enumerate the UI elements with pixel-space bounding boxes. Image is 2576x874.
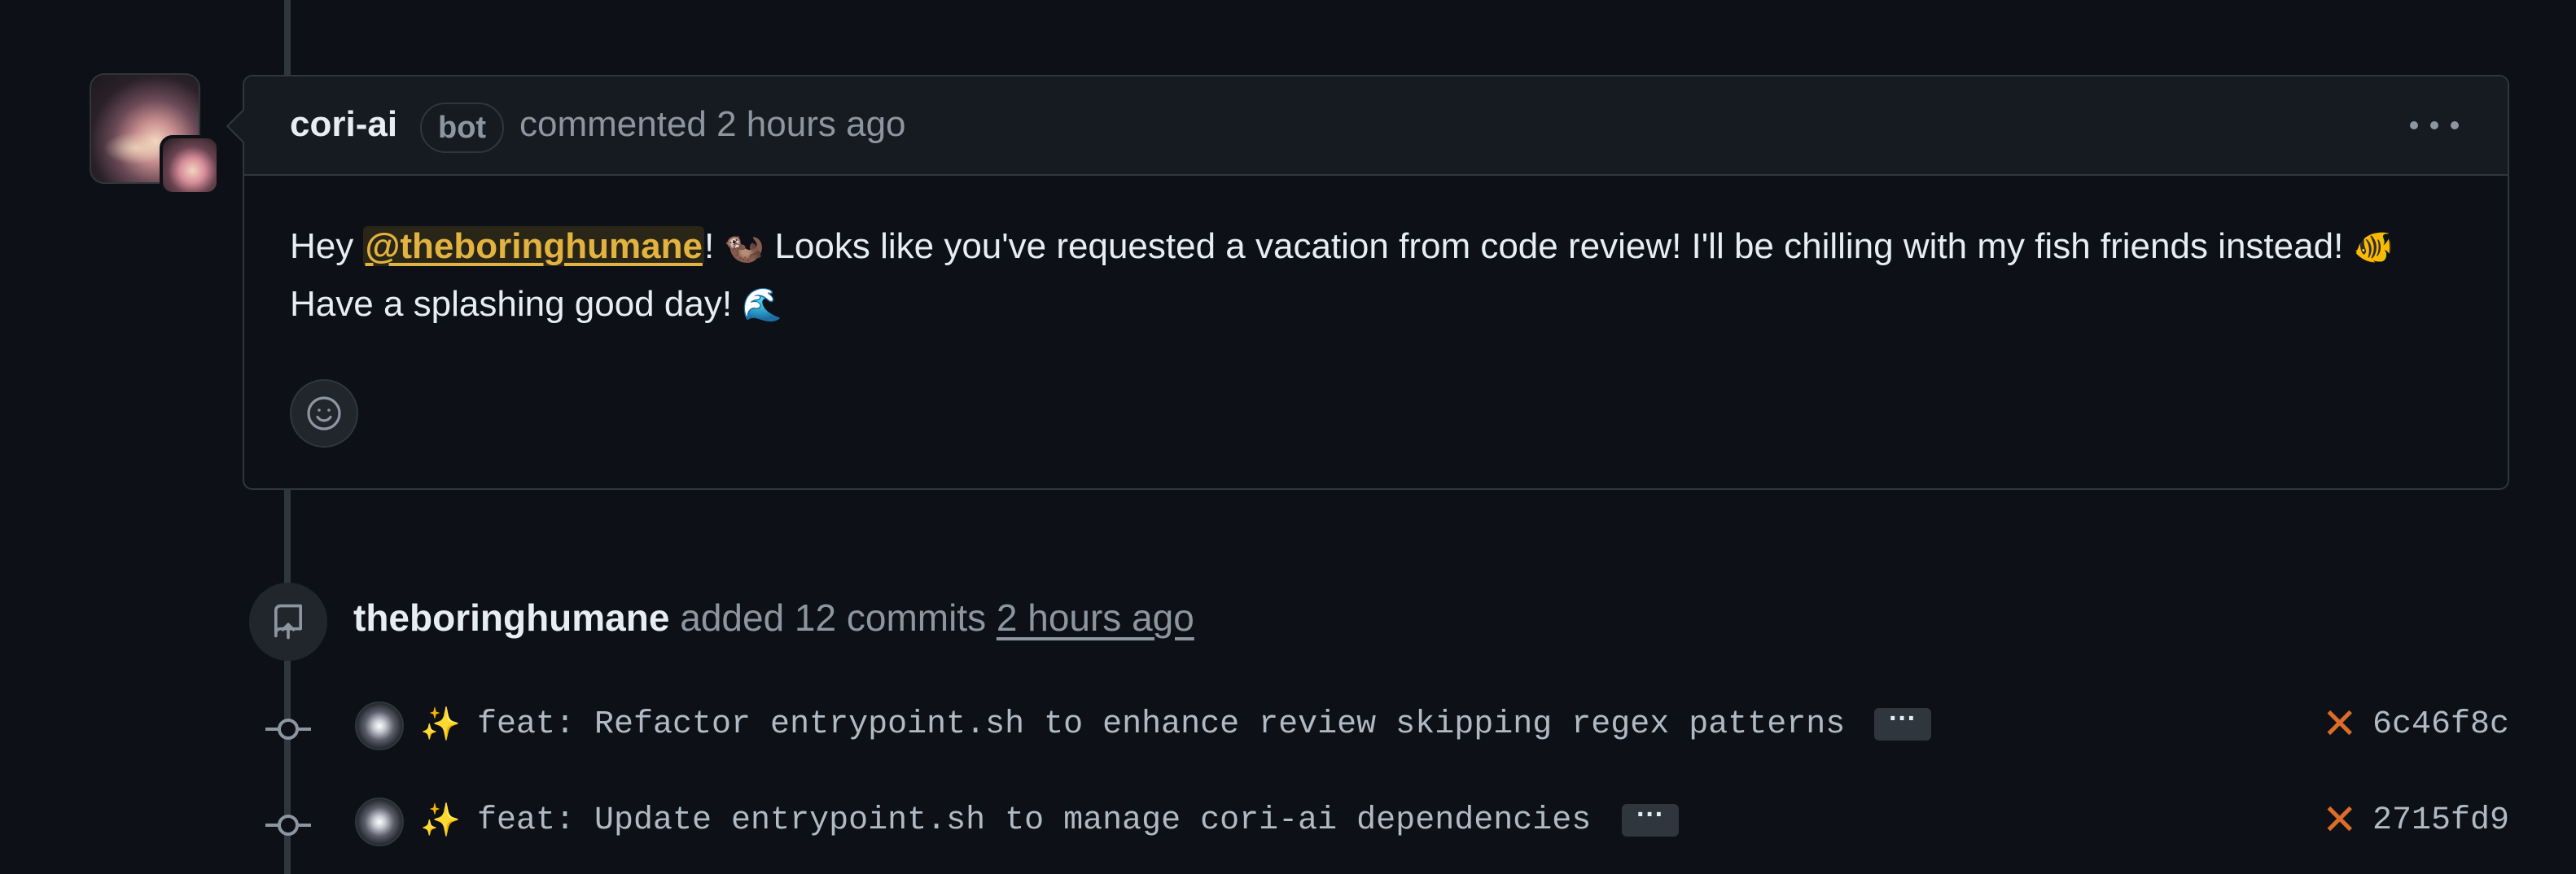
commit-row: ✨ feat: Refactor entrypoint.sh to enhanc… <box>0 697 2576 762</box>
check-failed-icon[interactable]: ✕ <box>2322 700 2358 749</box>
sparkles-icon: ✨ <box>420 802 461 839</box>
check-failed-icon[interactable]: ✕ <box>2322 796 2358 845</box>
expand-commit-button[interactable]: ··· <box>1622 801 1679 837</box>
bot-badge: bot <box>420 103 505 153</box>
comment-header: cori-ai bot commented 2 hours ago <box>244 76 2508 176</box>
smiley-icon <box>307 396 341 430</box>
commit-author-avatar[interactable] <box>355 701 404 750</box>
comment-text: Looks like you've requested a vacation f… <box>764 226 2354 266</box>
comment-body: Hey @theboringhumane! 🦦 Looks like you'v… <box>290 218 2472 334</box>
commit-node-icon <box>265 719 311 740</box>
fish-emoji: 🐠 <box>2353 229 2394 266</box>
user-mention-link[interactable]: @theboringhumane <box>363 226 704 266</box>
sparkles-icon: ✨ <box>420 706 461 743</box>
event-time-link[interactable]: 2 hours ago <box>997 597 1194 639</box>
event-action: added 12 commits <box>669 597 997 639</box>
add-reaction-button[interactable] <box>290 379 358 448</box>
comment-text: ! <box>703 226 725 266</box>
pr-timeline: cori-ai bot commented 2 hours ago Hey @t… <box>0 0 2576 874</box>
app-badge-avatar <box>160 135 220 195</box>
comment-text: Hey <box>290 226 364 266</box>
commit-message-link[interactable]: feat: Update entrypoint.sh to manage cor… <box>477 802 1591 839</box>
comment-author[interactable]: cori-ai <box>290 104 397 145</box>
otter-emoji: 🦦 <box>724 229 765 266</box>
commits-added-event: theboringhumane added 12 commits 2 hours… <box>353 596 1194 640</box>
comment-options-kebab-icon[interactable] <box>2410 109 2459 142</box>
commit-sha-link[interactable]: 2715fd9 <box>2372 802 2509 839</box>
commit-message-link[interactable]: feat: Refactor entrypoint.sh to enhance … <box>477 706 1845 743</box>
push-event-icon <box>249 583 327 661</box>
comment-timestamp[interactable]: commented 2 hours ago <box>519 104 906 145</box>
commit-node-icon <box>265 815 311 836</box>
commit-author-avatar[interactable] <box>355 798 404 846</box>
expand-commit-button[interactable]: ··· <box>1874 705 1931 741</box>
comment-card: cori-ai bot commented 2 hours ago Hey @t… <box>243 75 2509 490</box>
event-actor[interactable]: theboringhumane <box>353 597 669 639</box>
cori-ai-avatar[interactable] <box>90 73 220 203</box>
commit-row: ✨ feat: Update entrypoint.sh to manage c… <box>0 793 2576 858</box>
comment-text: Have a splashing good day! <box>290 284 743 324</box>
commit-sha-link[interactable]: 6c46f8c <box>2372 706 2509 743</box>
wave-emoji: 🌊 <box>742 286 783 324</box>
